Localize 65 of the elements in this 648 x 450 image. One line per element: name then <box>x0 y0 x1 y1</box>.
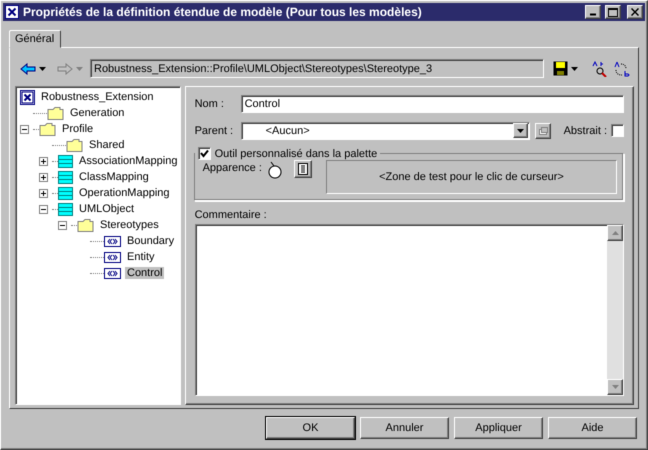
maximize-button[interactable] <box>605 5 621 19</box>
model-icon <box>20 90 35 104</box>
folder-icon <box>39 122 56 136</box>
collapse-icon[interactable] <box>20 124 29 134</box>
tree-item[interactable]: UMLObject <box>77 203 136 215</box>
custom-tool-label: Outil personnalisé dans la palette <box>214 148 378 160</box>
table-icon <box>58 202 73 216</box>
back-icon[interactable] <box>20 62 36 74</box>
path-field: Robustness_Extension::Profile\UMLObject\Stereotypes\Stereotype_3 <box>90 59 544 78</box>
model-icon <box>5 5 19 19</box>
tree-item[interactable]: Boundary <box>125 235 176 247</box>
comment-label: Commentaire : <box>194 209 268 221</box>
expand-icon[interactable] <box>39 156 48 166</box>
tree-item[interactable]: OperationMapping <box>77 187 172 199</box>
save-icon[interactable] <box>553 61 568 76</box>
tree-item[interactable]: Control <box>125 267 164 279</box>
close-button[interactable] <box>627 5 643 19</box>
tab[interactable]: Général <box>9 30 62 48</box>
dialog-button[interactable]: Appliquer <box>454 417 543 439</box>
test-zone[interactable]: <Zone de test pour le clic de curseur> <box>326 160 617 194</box>
minimize-button[interactable] <box>585 5 601 19</box>
parent-label: Parent : <box>194 124 234 136</box>
tree-item[interactable]: Profile <box>60 123 96 135</box>
dialog-button[interactable]: Annuler <box>360 417 449 439</box>
dropdown-arrow-icon[interactable] <box>571 66 578 70</box>
window-title: Propriétés de la définition étendue de modèle (Pour tous les modèles) <box>23 5 423 19</box>
cursor-icon[interactable] <box>266 160 284 180</box>
abstract-label: Abstrait : <box>564 124 607 136</box>
close-icon <box>631 8 639 16</box>
maximize-icon <box>608 8 618 16</box>
folder-icon <box>47 106 64 120</box>
folder-icon <box>77 218 94 232</box>
tree-item[interactable]: AssociationMapping <box>77 155 180 167</box>
replace-icon[interactable] <box>614 60 630 76</box>
dropdown-arrow-icon <box>516 128 524 132</box>
tree-item[interactable]: Stereotypes <box>98 219 161 231</box>
browse-icon[interactable] <box>294 160 312 178</box>
spell-check-icon[interactable] <box>591 60 607 76</box>
appearance-label: Apparence : <box>202 162 262 174</box>
stereotype-icon <box>104 268 121 278</box>
name-label: Nom : <box>194 98 225 110</box>
folder-icon <box>66 138 83 152</box>
dropdown-arrow-icon[interactable] <box>39 66 46 70</box>
tree-item[interactable]: Robustness_Extension <box>39 91 156 103</box>
table-icon <box>58 186 73 200</box>
comment-field[interactable] <box>194 224 624 396</box>
stereotype-icon <box>104 252 121 262</box>
tree-item[interactable]: Generation <box>68 107 126 119</box>
collapse-icon[interactable] <box>58 220 67 230</box>
abstract-checkbox[interactable] <box>611 124 624 137</box>
tree-item[interactable]: Entity <box>125 251 157 263</box>
dialog-button[interactable]: Aide <box>548 417 637 439</box>
name-field[interactable]: Control <box>240 94 624 112</box>
expand-icon[interactable] <box>39 188 48 198</box>
expand-icon[interactable] <box>39 172 48 182</box>
tree-item[interactable]: ClassMapping <box>77 171 151 183</box>
table-icon <box>58 154 73 168</box>
stereotype-icon <box>104 236 121 246</box>
table-icon <box>58 170 73 184</box>
properties-icon[interactable] <box>534 122 551 138</box>
collapse-icon[interactable] <box>39 204 48 214</box>
tree-item[interactable]: Shared <box>87 139 126 151</box>
parent-dropdown[interactable]: <Aucun> <box>240 122 530 140</box>
custom-tool-checkbox[interactable] <box>198 147 211 160</box>
dialog-button[interactable]: OK <box>266 417 355 439</box>
